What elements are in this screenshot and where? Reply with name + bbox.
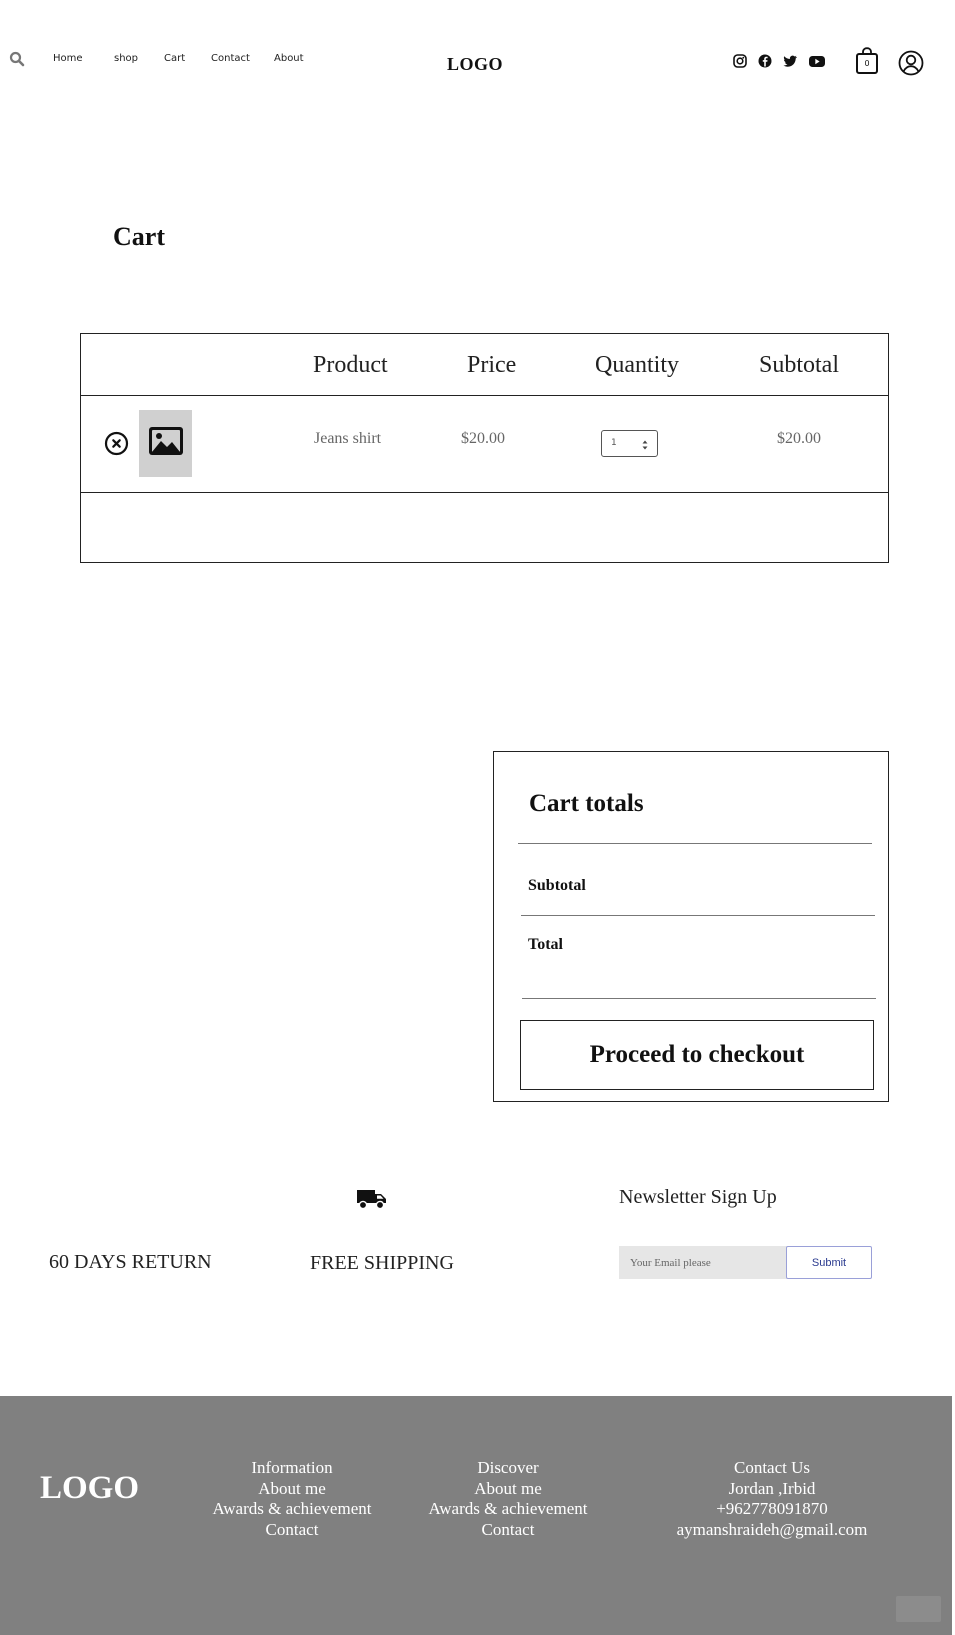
user-account-icon[interactable] bbox=[898, 50, 924, 76]
cart-totals-title: Cart totals bbox=[529, 790, 644, 817]
instagram-icon[interactable] bbox=[732, 53, 748, 69]
footer-discover-heading: Discover bbox=[477, 1458, 539, 1477]
footer-contact-heading: Contact Us bbox=[733, 1458, 811, 1477]
product-price: $20.00 bbox=[461, 430, 505, 447]
footer-contact-column: Contact Us Jordan ,Irbid +962778091870 a… bbox=[662, 1458, 882, 1541]
scroll-to-top-button[interactable] bbox=[896, 1596, 941, 1622]
product-subtotal: $20.00 bbox=[777, 430, 821, 447]
cart-count-badge: 0 bbox=[864, 59, 870, 68]
column-header-product: Product bbox=[313, 352, 388, 378]
product-thumbnail[interactable] bbox=[139, 410, 192, 477]
footer-information-heading: Information bbox=[251, 1458, 333, 1477]
nav-about[interactable]: About bbox=[274, 53, 304, 64]
image-placeholder-icon bbox=[148, 427, 183, 460]
total-label: Total bbox=[528, 936, 563, 953]
column-header-subtotal: Subtotal bbox=[759, 352, 840, 378]
truck-icon bbox=[356, 1188, 388, 1210]
column-header-quantity: Quantity bbox=[595, 352, 679, 378]
footer-information-column: Information About me Awards & achievemen… bbox=[182, 1458, 402, 1541]
header-logo[interactable]: LOGO bbox=[400, 54, 550, 75]
footer-contact-phone[interactable]: +962778091870 bbox=[662, 1499, 882, 1520]
facebook-icon[interactable] bbox=[757, 53, 773, 69]
subtotal-label: Subtotal bbox=[528, 877, 586, 894]
column-header-price: Price bbox=[467, 352, 517, 378]
table-divider bbox=[80, 492, 889, 493]
footer-discover-column: Discover About me Awards & achievement C… bbox=[398, 1458, 618, 1541]
product-name-link[interactable]: Jeans shirt bbox=[314, 430, 381, 448]
free-shipping-label: FREE SHIPPING bbox=[310, 1252, 454, 1274]
youtube-icon[interactable] bbox=[808, 53, 826, 69]
search-icon[interactable] bbox=[9, 51, 25, 67]
stepper-arrows-icon[interactable] bbox=[642, 437, 648, 450]
remove-item-icon[interactable] bbox=[104, 431, 129, 456]
footer-link-about-me[interactable]: About me bbox=[398, 1479, 618, 1500]
footer-contact-location: Jordan ,Irbid bbox=[728, 1478, 816, 1498]
nav-cart[interactable]: Cart bbox=[164, 53, 185, 64]
nav-contact[interactable]: Contact bbox=[211, 53, 250, 64]
email-field[interactable] bbox=[619, 1246, 787, 1279]
quantity-value: 1 bbox=[611, 438, 617, 448]
submit-button[interactable]: Submit bbox=[786, 1246, 872, 1279]
totals-divider bbox=[521, 915, 875, 916]
page-title: Cart bbox=[113, 222, 165, 251]
totals-divider bbox=[518, 843, 872, 844]
twitter-icon[interactable] bbox=[782, 53, 798, 69]
footer-link-contact[interactable]: Contact bbox=[182, 1520, 402, 1541]
table-divider bbox=[80, 395, 889, 396]
nav-shop[interactable]: shop bbox=[114, 53, 138, 64]
days-return-label: 60 DAYS RETURN bbox=[49, 1251, 212, 1273]
footer-logo[interactable]: LOGO bbox=[40, 1470, 139, 1507]
footer-link-awards[interactable]: Awards & achievement bbox=[398, 1499, 618, 1520]
totals-divider bbox=[522, 998, 876, 999]
nav-home[interactable]: Home bbox=[53, 53, 83, 64]
footer-link-contact[interactable]: Contact bbox=[398, 1520, 618, 1541]
quantity-stepper[interactable]: 1 bbox=[601, 430, 658, 457]
footer-link-about-me[interactable]: About me bbox=[182, 1479, 402, 1500]
footer-contact-email[interactable]: aymanshraideh@gmail.com bbox=[662, 1520, 882, 1541]
cart-bag-icon[interactable]: 0 bbox=[855, 47, 879, 75]
footer-link-awards[interactable]: Awards & achievement bbox=[182, 1499, 402, 1520]
proceed-to-checkout-button[interactable]: Proceed to checkout bbox=[520, 1020, 874, 1090]
newsletter-title: Newsletter Sign Up bbox=[619, 1186, 777, 1208]
